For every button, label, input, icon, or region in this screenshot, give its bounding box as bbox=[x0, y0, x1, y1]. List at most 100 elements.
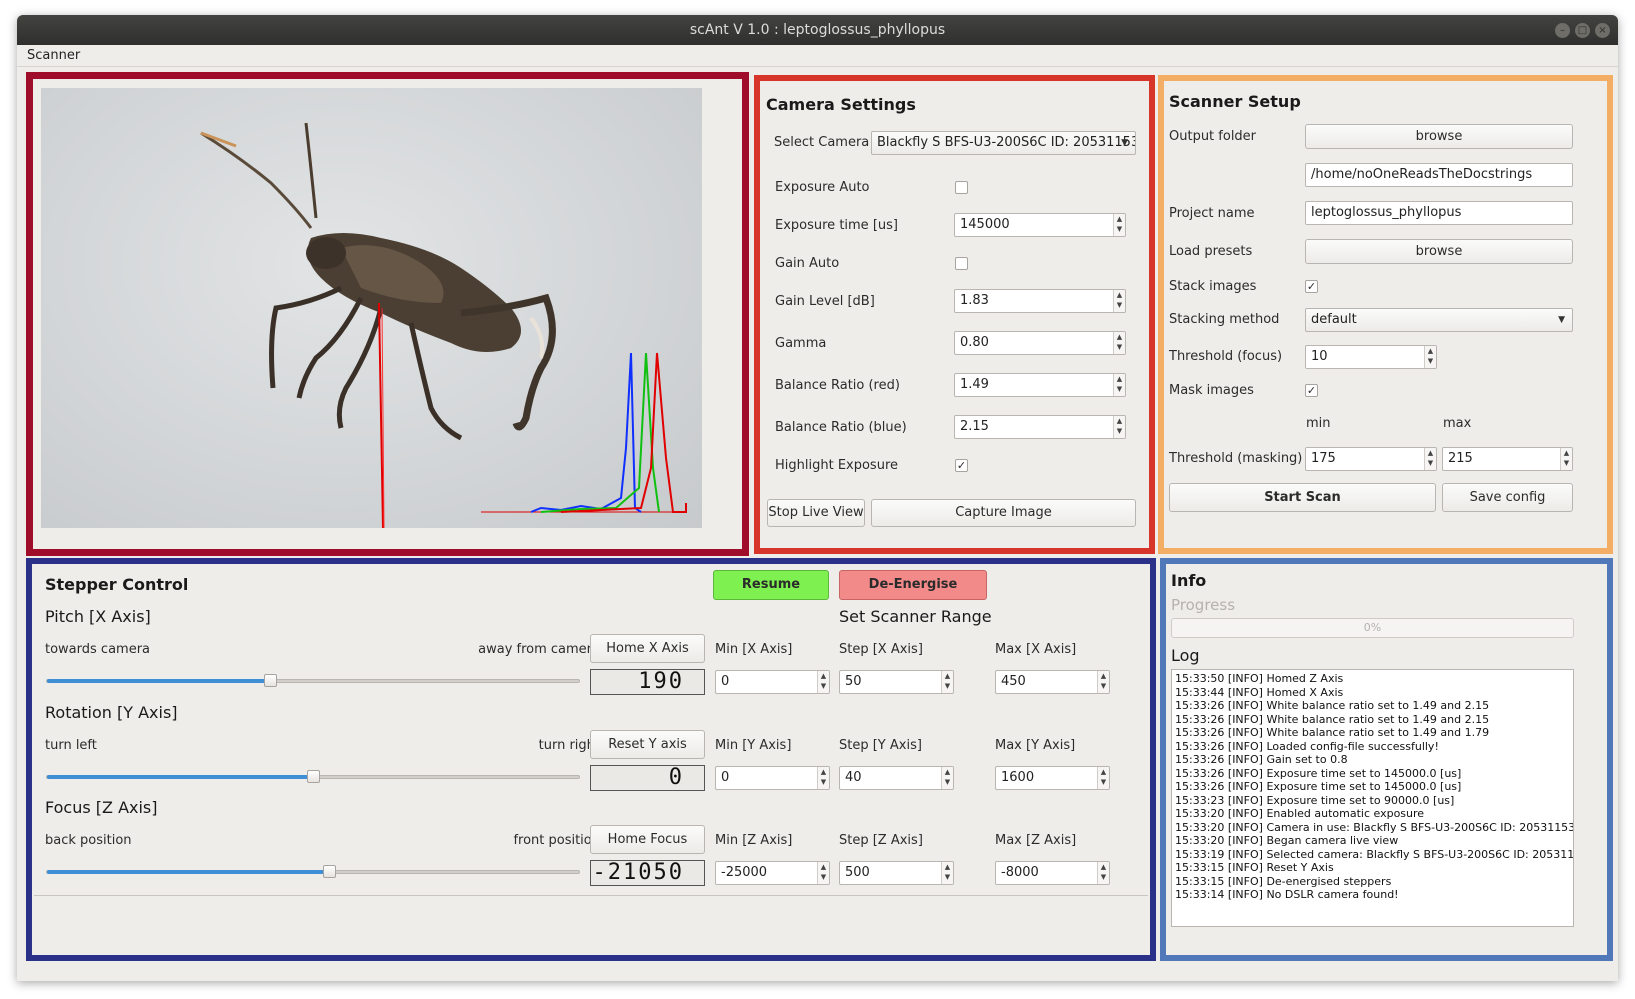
stack-images-label: Stack images bbox=[1169, 279, 1257, 294]
home-x-axis-button[interactable]: Home X Axis bbox=[590, 634, 705, 663]
menu-scanner[interactable]: Scanner bbox=[27, 48, 80, 63]
max-y-input[interactable]: 1600 ▲ ▼ bbox=[995, 766, 1110, 790]
save-config-button[interactable]: Save config bbox=[1442, 483, 1573, 512]
pitch-slider-handle[interactable] bbox=[264, 674, 278, 687]
spin-arrows-icon[interactable]: ▲ ▼ bbox=[1113, 332, 1125, 354]
balance-blue-label: Balance Ratio (blue) bbox=[775, 420, 907, 435]
close-icon[interactable]: × bbox=[1595, 23, 1610, 38]
min-y-input[interactable]: 0 ▲ ▼ bbox=[715, 766, 830, 790]
stacking-method-select[interactable]: default ▼ bbox=[1305, 308, 1573, 332]
home-focus-button[interactable]: Home Focus bbox=[590, 825, 705, 854]
spin-arrows-icon[interactable]: ▲ ▼ bbox=[1424, 346, 1436, 368]
rotation-slider-handle[interactable] bbox=[307, 770, 320, 783]
project-name-field[interactable]: leptoglossus_phyllopus bbox=[1305, 201, 1573, 225]
mask-min-label: min bbox=[1306, 416, 1331, 431]
chevron-down-icon: ▼ bbox=[1121, 138, 1128, 148]
max-y-label: Max [Y Axis] bbox=[995, 738, 1076, 753]
min-x-value: 0 bbox=[721, 674, 730, 689]
max-z-input[interactable]: -8000 ▲ ▼ bbox=[995, 861, 1110, 885]
balance-blue-value: 2.15 bbox=[960, 419, 989, 434]
rotation-slider[interactable] bbox=[46, 770, 580, 783]
gain-auto-checkbox[interactable] bbox=[955, 257, 968, 270]
rotation-slider-fill bbox=[47, 775, 313, 779]
spin-arrows-icon[interactable]: ▲ ▼ bbox=[817, 671, 829, 693]
spin-arrows-icon[interactable]: ▲ ▼ bbox=[1113, 374, 1125, 396]
log-line: 15:33:26 [INFO] White balance ratio set … bbox=[1175, 726, 1490, 739]
info-heading: Info bbox=[1171, 571, 1207, 590]
max-x-input[interactable]: 450 ▲ ▼ bbox=[995, 670, 1110, 694]
stack-images-checkbox[interactable]: ✓ bbox=[1305, 280, 1318, 293]
spin-arrows-icon[interactable]: ▲ ▼ bbox=[1560, 448, 1572, 470]
stacking-method-label: Stacking method bbox=[1169, 312, 1280, 327]
exposure-time-input[interactable]: 145000 ▲ ▼ bbox=[954, 213, 1126, 237]
project-name-label: Project name bbox=[1169, 206, 1255, 221]
log-line: 15:33:26 [INFO] White balance ratio set … bbox=[1175, 712, 1490, 726]
step-x-input[interactable]: 50 ▲ ▼ bbox=[839, 670, 954, 694]
highlight-exposure-checkbox[interactable]: ✓ bbox=[955, 459, 968, 472]
spin-arrows-icon[interactable]: ▲ ▼ bbox=[941, 862, 953, 884]
step-z-label: Step [Z Axis] bbox=[839, 833, 923, 848]
spin-arrows-icon[interactable]: ▲ ▼ bbox=[1097, 767, 1109, 789]
gain-level-input[interactable]: 1.83 ▲ ▼ bbox=[954, 289, 1126, 313]
output-path-field[interactable]: /home/noOneReadsTheDocstrings bbox=[1305, 163, 1573, 187]
spin-arrows-icon[interactable]: ▲ ▼ bbox=[817, 862, 829, 884]
log-line: 15:33:50 [INFO] Homed Z Axis bbox=[1175, 672, 1344, 685]
deenergise-button[interactable]: De-Energise bbox=[839, 570, 987, 600]
log-box[interactable]: 15:33:50 [INFO] Homed Z Axis 15:33:44 [IN… bbox=[1171, 669, 1574, 927]
balance-red-input[interactable]: 1.49 ▲ ▼ bbox=[954, 373, 1126, 397]
mask-min-input[interactable]: 175 ▲ ▼ bbox=[1305, 447, 1437, 471]
step-z-input[interactable]: 500 ▲ ▼ bbox=[839, 861, 954, 885]
min-x-input[interactable]: 0 ▲ ▼ bbox=[715, 670, 830, 694]
spin-arrows-icon[interactable]: ▲ ▼ bbox=[941, 767, 953, 789]
mask-max-input[interactable]: 215 ▲ ▼ bbox=[1442, 447, 1573, 471]
log-line: 15:33:26 [INFO] Gain set to 0.8 bbox=[1175, 753, 1348, 766]
start-scan-button[interactable]: Start Scan bbox=[1169, 483, 1436, 512]
capture-image-button[interactable]: Capture Image bbox=[871, 499, 1136, 527]
mask-images-checkbox[interactable]: ✓ bbox=[1305, 384, 1318, 397]
focus-slider-fill bbox=[47, 870, 329, 874]
minimize-icon[interactable]: – bbox=[1555, 23, 1570, 38]
y-position-display: 0 bbox=[590, 765, 705, 791]
z-position-display: -21050 bbox=[590, 860, 705, 886]
pitch-slider[interactable] bbox=[46, 674, 580, 687]
focus-slider-handle[interactable] bbox=[322, 865, 336, 878]
focus-right-label: front position bbox=[513, 833, 600, 848]
spin-arrows-icon[interactable]: ▲ ▼ bbox=[1424, 448, 1436, 470]
min-z-input[interactable]: -25000 ▲ ▼ bbox=[715, 861, 830, 885]
presets-browse-button[interactable]: browse bbox=[1305, 239, 1573, 264]
spin-arrows-icon[interactable]: ▲ ▼ bbox=[817, 767, 829, 789]
spin-arrows-icon[interactable]: ▲ ▼ bbox=[1113, 214, 1125, 236]
min-x-label: Min [X Axis] bbox=[715, 642, 793, 657]
spin-arrows-icon[interactable]: ▲ ▼ bbox=[1113, 290, 1125, 312]
gain-level-label: Gain Level [dB] bbox=[775, 294, 875, 309]
spin-arrows-icon[interactable]: ▲ ▼ bbox=[941, 671, 953, 693]
focus-slider[interactable] bbox=[46, 865, 580, 878]
spin-arrows-icon[interactable]: ▲ ▼ bbox=[1097, 862, 1109, 884]
live-view-image bbox=[41, 88, 702, 528]
resume-button[interactable]: Resume bbox=[713, 570, 829, 600]
camera-select[interactable]: Blackfly S BFS-U3-200S6C ID: 20531153 ▼ bbox=[871, 131, 1136, 155]
step-x-label: Step [X Axis] bbox=[839, 642, 923, 657]
log-line: 15:33:26 [INFO] Loaded config-file succe… bbox=[1175, 739, 1439, 753]
reset-y-axis-button[interactable]: Reset Y axis bbox=[590, 730, 705, 759]
threshold-focus-label: Threshold (focus) bbox=[1169, 349, 1283, 364]
min-y-label: Min [Y Axis] bbox=[715, 738, 792, 753]
output-browse-button[interactable]: browse bbox=[1305, 124, 1573, 149]
maximize-icon[interactable]: □ bbox=[1575, 23, 1590, 38]
spin-arrows-icon[interactable]: ▲ ▼ bbox=[1113, 416, 1125, 438]
min-y-value: 0 bbox=[721, 770, 730, 785]
pitch-slider-fill bbox=[47, 679, 271, 683]
title-bar: scAnt V 1.0 : leptoglossus_phyllopus – □… bbox=[17, 15, 1618, 45]
camera-settings-heading: Camera Settings bbox=[766, 95, 916, 114]
gamma-input[interactable]: 0.80 ▲ ▼ bbox=[954, 331, 1126, 355]
app-window: scAnt V 1.0 : leptoglossus_phyllopus – □… bbox=[17, 15, 1618, 981]
pitch-right-label: away from camera bbox=[478, 642, 600, 657]
threshold-focus-input[interactable]: 10 ▲ ▼ bbox=[1305, 345, 1437, 369]
spin-arrows-icon[interactable]: ▲ ▼ bbox=[1097, 671, 1109, 693]
pitch-left-label: towards camera bbox=[45, 642, 151, 657]
menu-bar: Scanner bbox=[17, 45, 1618, 67]
step-y-input[interactable]: 40 ▲ ▼ bbox=[839, 766, 954, 790]
exposure-auto-checkbox[interactable] bbox=[955, 181, 968, 194]
balance-blue-input[interactable]: 2.15 ▲ ▼ bbox=[954, 415, 1126, 439]
stop-live-view-button[interactable]: Stop Live View bbox=[767, 499, 865, 527]
